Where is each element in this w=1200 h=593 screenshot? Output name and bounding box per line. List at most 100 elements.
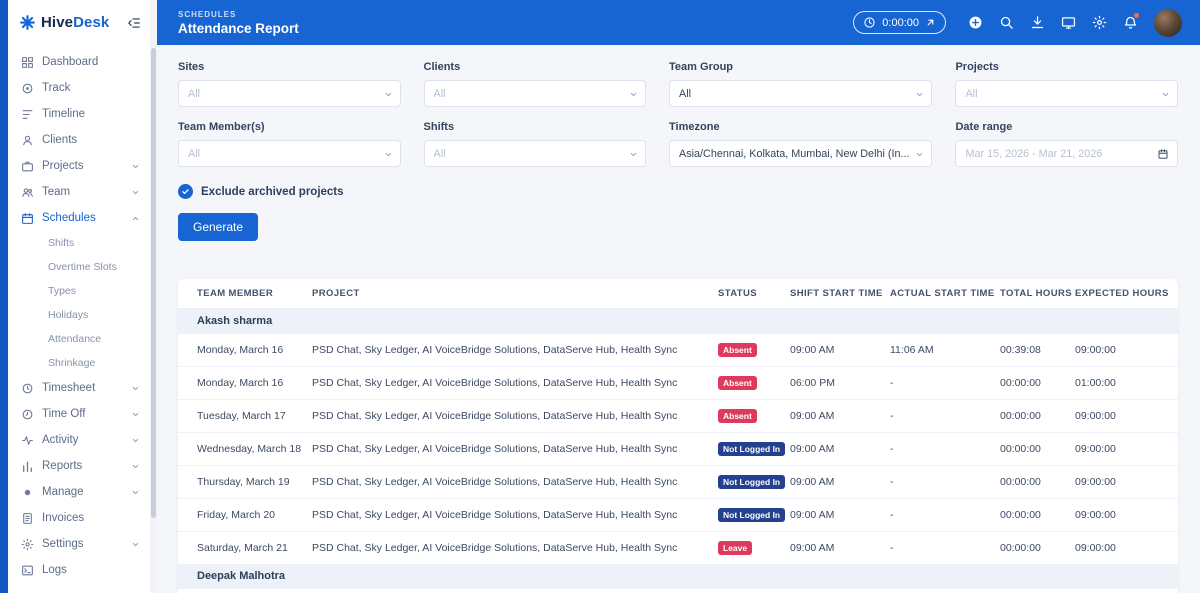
filter-clients: Clients All <box>424 61 647 107</box>
cell-expected-hours: 09:00:00 <box>1075 476 1178 488</box>
team-members-select[interactable]: All <box>178 140 401 167</box>
clients-icon <box>21 134 34 147</box>
status-badge: Absent <box>718 343 757 357</box>
hivedesk-logo-icon <box>19 14 36 31</box>
sidebar-item-label: Clients <box>42 134 77 147</box>
cell-total-hours: 00:00:00 <box>1000 377 1075 389</box>
gear-icon <box>21 538 34 551</box>
sites-select[interactable]: All <box>178 80 401 107</box>
chevron-down-icon <box>384 150 393 159</box>
sidebar-collapse-icon[interactable] <box>127 16 141 30</box>
timer-widget[interactable]: 0:00:00 <box>853 11 946 34</box>
date-range-input[interactable]: Mar 15, 2026 - Mar 21, 2026 <box>955 140 1178 167</box>
topbar: SCHEDULES Attendance Report 0:00:00 <box>157 0 1200 45</box>
group-name: Deepak Malhotra <box>197 570 285 582</box>
select-value: All <box>965 88 977 100</box>
status-badge: Absent <box>718 376 757 390</box>
notifications-bell[interactable] <box>1123 15 1138 30</box>
team-icon <box>21 186 34 199</box>
sidebar-subitem-types[interactable]: Types <box>8 279 150 303</box>
chevron-down-icon <box>629 90 638 99</box>
brand-logo[interactable]: HiveDesk <box>8 0 150 45</box>
cell-team-member: Tuesday, March 17 <box>197 410 312 422</box>
status-badge: Not Logged In <box>718 475 785 489</box>
sidebar-item-manage[interactable]: Manage <box>8 479 150 505</box>
search-icon[interactable] <box>999 15 1014 30</box>
sidebar-subitem-shrinkage[interactable]: Shrinkage <box>8 351 150 375</box>
add-icon[interactable] <box>968 15 983 30</box>
shifts-select[interactable]: All <box>424 140 647 167</box>
avatar[interactable] <box>1154 9 1182 37</box>
chevron-down-icon <box>131 162 140 171</box>
sidebar-item-schedules[interactable]: Schedules <box>8 205 150 231</box>
sidebar-item-invoices[interactable]: Invoices <box>8 505 150 531</box>
sidebar-item-dashboard[interactable]: Dashboard <box>8 49 150 75</box>
sidebar-item-clients[interactable]: Clients <box>8 127 150 153</box>
sidebar-item-team[interactable]: Team <box>8 179 150 205</box>
timeline-icon <box>21 108 34 121</box>
logs-icon <box>21 564 34 577</box>
cell-expected-hours: 09:00:00 <box>1075 509 1178 521</box>
cell-total-hours: 00:39:08 <box>1000 344 1075 356</box>
column-header-total-hours: TOTAL HOURS <box>1000 288 1075 299</box>
select-value: Mar 15, 2026 - Mar 21, 2026 <box>965 148 1102 160</box>
filter-projects: Projects All <box>955 61 1178 107</box>
sidebar-item-logs[interactable]: Logs <box>8 557 150 583</box>
exclude-archived-checkbox[interactable] <box>178 184 193 199</box>
sidebar-subitem-attendance[interactable]: Attendance <box>8 327 150 351</box>
filter-label: Projects <box>955 61 1178 73</box>
download-icon[interactable] <box>1030 15 1045 30</box>
sidebar-item-activity[interactable]: Activity <box>8 427 150 453</box>
sidebar-subitem-overtime-slots[interactable]: Overtime Slots <box>8 255 150 279</box>
sidebar-item-label: Activity <box>42 434 78 447</box>
screen-monitor-icon[interactable] <box>1061 15 1076 30</box>
clock-icon <box>863 16 876 29</box>
select-value: All <box>188 148 200 160</box>
timezone-select[interactable]: Asia/Chennai, Kolkata, Mumbai, New Delhi… <box>669 140 932 167</box>
sidebar-item-timeline[interactable]: Timeline <box>8 101 150 127</box>
sidebar-item-timesheet[interactable]: Timesheet <box>8 375 150 401</box>
cell-shift-start: 09:00 AM <box>790 443 890 455</box>
team-group-select[interactable]: All <box>669 80 932 107</box>
group-row: Deepak Malhotra <box>178 564 1178 588</box>
sidebar-item-time-off[interactable]: Time Off <box>8 401 150 427</box>
sidebar-subitem-shifts[interactable]: Shifts <box>8 231 150 255</box>
chevron-down-icon <box>384 90 393 99</box>
chevron-down-icon <box>1161 90 1170 99</box>
sidebar: HiveDesk Dashboard Track Timeline Client… <box>8 0 150 593</box>
cell-expected-hours: 09:00:00 <box>1075 542 1178 554</box>
cell-actual-start: - <box>890 443 1000 455</box>
cell-status: Absent <box>718 376 790 390</box>
cell-expected-hours: 09:00:00 <box>1075 443 1178 455</box>
gear-icon[interactable] <box>1092 15 1107 30</box>
table-row: Monday, March 16 PSD Chat, Sky Ledger, A… <box>178 333 1178 366</box>
sidebar-item-label: Dashboard <box>42 56 98 69</box>
cell-actual-start: - <box>890 377 1000 389</box>
generate-button[interactable]: Generate <box>178 213 258 241</box>
cell-total-hours: 00:00:00 <box>1000 509 1075 521</box>
scrollbar-thumb[interactable] <box>151 48 156 518</box>
column-header-shift-start: SHIFT START TIME <box>790 288 890 299</box>
cell-status: Not Logged In <box>718 508 790 522</box>
clients-select[interactable]: All <box>424 80 647 107</box>
sidebar-item-projects[interactable]: Projects <box>8 153 150 179</box>
sidebar-item-track[interactable]: Track <box>8 75 150 101</box>
cell-team-member: Monday, March 16 <box>197 344 312 356</box>
schedules-icon <box>21 212 34 225</box>
filter-label: Timezone <box>669 121 932 133</box>
sidebar-scrollbar[interactable] <box>150 0 157 593</box>
dashboard-icon <box>21 56 34 69</box>
subitem-label: Shrinkage <box>48 357 95 369</box>
sidebar-item-reports[interactable]: Reports <box>8 453 150 479</box>
chevron-down-icon <box>915 150 924 159</box>
status-badge: Not Logged In <box>718 508 785 522</box>
open-timer-icon[interactable] <box>925 17 936 28</box>
content-area: Sites All Clients All Team Group <box>157 45 1200 593</box>
cell-status: Absent <box>718 409 790 423</box>
chevron-down-icon <box>131 384 140 393</box>
sidebar-subitem-holidays[interactable]: Holidays <box>8 303 150 327</box>
cell-status: Absent <box>718 343 790 357</box>
projects-select[interactable]: All <box>955 80 1178 107</box>
sidebar-item-settings[interactable]: Settings <box>8 531 150 557</box>
cell-team-member: Saturday, March 21 <box>197 542 312 554</box>
